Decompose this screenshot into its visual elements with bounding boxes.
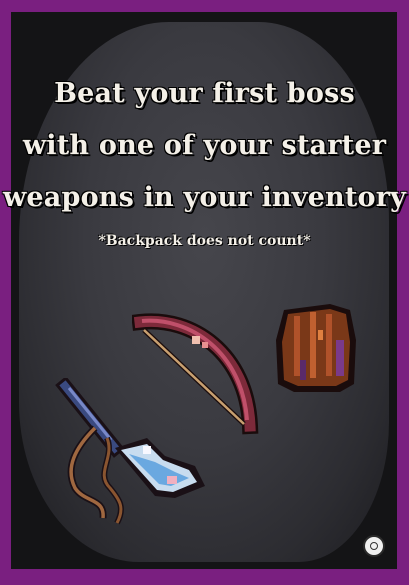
logo-icon — [363, 535, 385, 557]
challenge-line-2: with one of your starter — [22, 130, 387, 161]
challenge-line-1: Beat your first boss — [54, 78, 355, 109]
challenge-card: Beat your first boss with one of your st… — [0, 0, 409, 585]
pouch-icon — [276, 304, 356, 392]
challenge-note: *Backpack does not count* — [98, 233, 311, 249]
axe-icon — [55, 378, 205, 525]
challenge-text: Beat your first boss with one of your st… — [0, 68, 409, 252]
challenge-line-3: weapons in your inventory — [2, 182, 407, 213]
